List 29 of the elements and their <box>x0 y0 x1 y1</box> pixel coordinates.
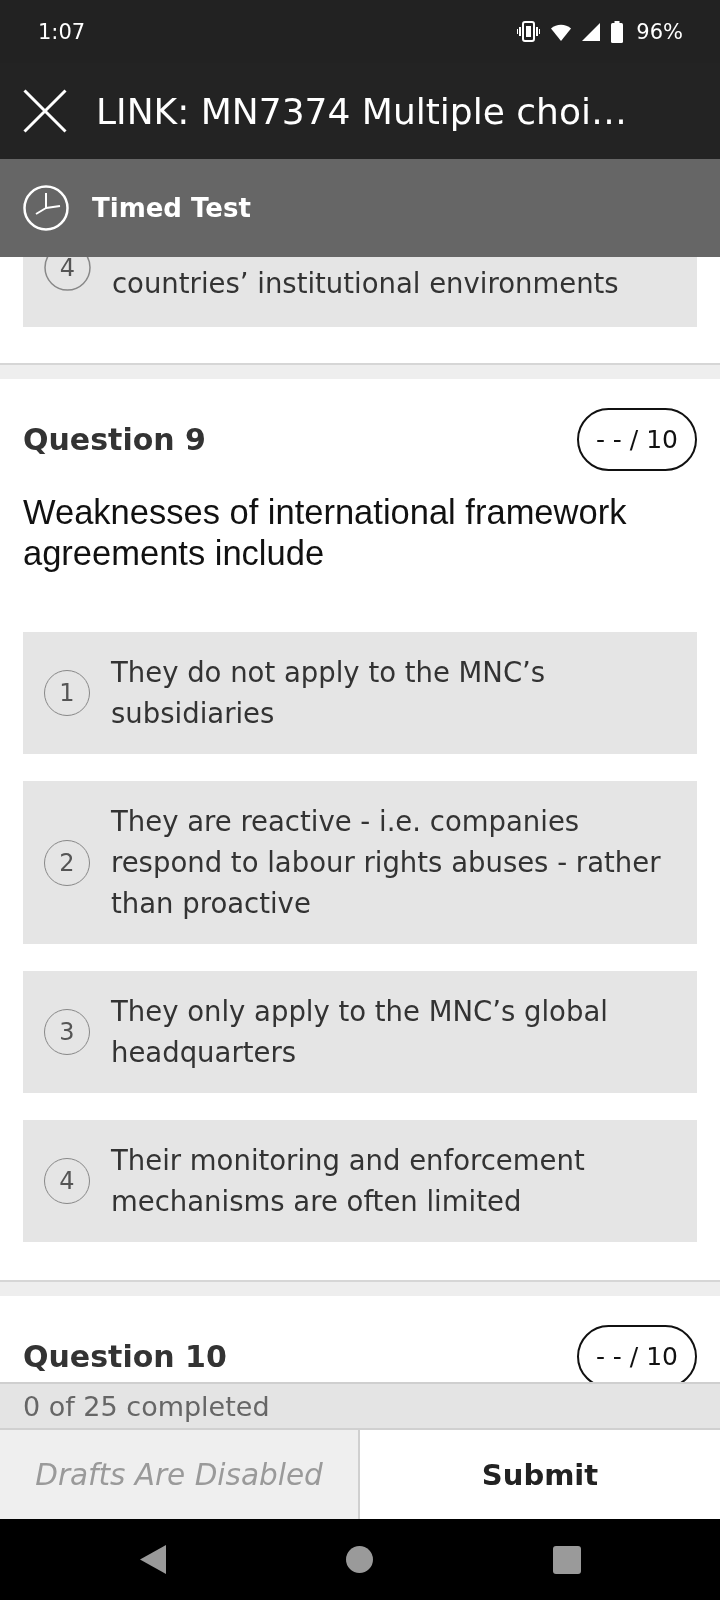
clock-time: 1:07 <box>38 19 87 44</box>
score-badge: - - / 10 <box>576 408 697 471</box>
answer-option[interactable]: 4 Their monitoring and enforcement mechanisms are often limited <box>23 1120 697 1242</box>
question-text: Weaknesses of international framework agreements include <box>23 492 628 574</box>
option-text: They do not apply to the MNC’s subsidiaries <box>111 655 547 731</box>
answer-option[interactable]: 4 countries’ institutional environments <box>23 257 697 327</box>
battery-percent: 96% <box>636 19 683 44</box>
vibrate-icon <box>517 21 541 42</box>
progress-text: 0 of 25 completed <box>23 1390 270 1422</box>
signal-icon <box>582 22 601 41</box>
answer-option[interactable]: 1 They do not apply to the MNC’s subsidiaries <box>23 632 697 754</box>
timer-label: Timed Test <box>92 193 251 223</box>
recents-icon[interactable] <box>553 1545 581 1574</box>
page-title: LINK: MN7374 Multiple choi… <box>96 90 627 132</box>
answer-option[interactable]: 2 They are reactive - i.e. companies respond to labour rights abuses - rather than proactive <box>23 781 697 944</box>
question-title: Question 10 <box>23 1339 227 1374</box>
option-text: Their monitoring and enforcement mechanisms are often limited <box>111 1143 586 1219</box>
wifi-icon <box>551 22 572 41</box>
home-icon[interactable] <box>346 1546 373 1573</box>
close-icon[interactable] <box>23 89 67 133</box>
answer-option[interactable]: 3 They only apply to the MNC’s global headquarters <box>23 971 697 1093</box>
option-text: They are reactive - i.e. companies respond to labour rights abuses - rather than proactive <box>111 804 662 921</box>
option-number: 4 <box>44 257 91 291</box>
question-title: Question 9 <box>23 422 206 457</box>
back-icon[interactable] <box>140 1545 166 1574</box>
clock-icon <box>23 185 69 231</box>
option-text: countries’ institutional environments <box>112 266 619 301</box>
battery-icon <box>611 20 624 43</box>
option-text: They only apply to the MNC’s global headquarters <box>111 994 609 1070</box>
